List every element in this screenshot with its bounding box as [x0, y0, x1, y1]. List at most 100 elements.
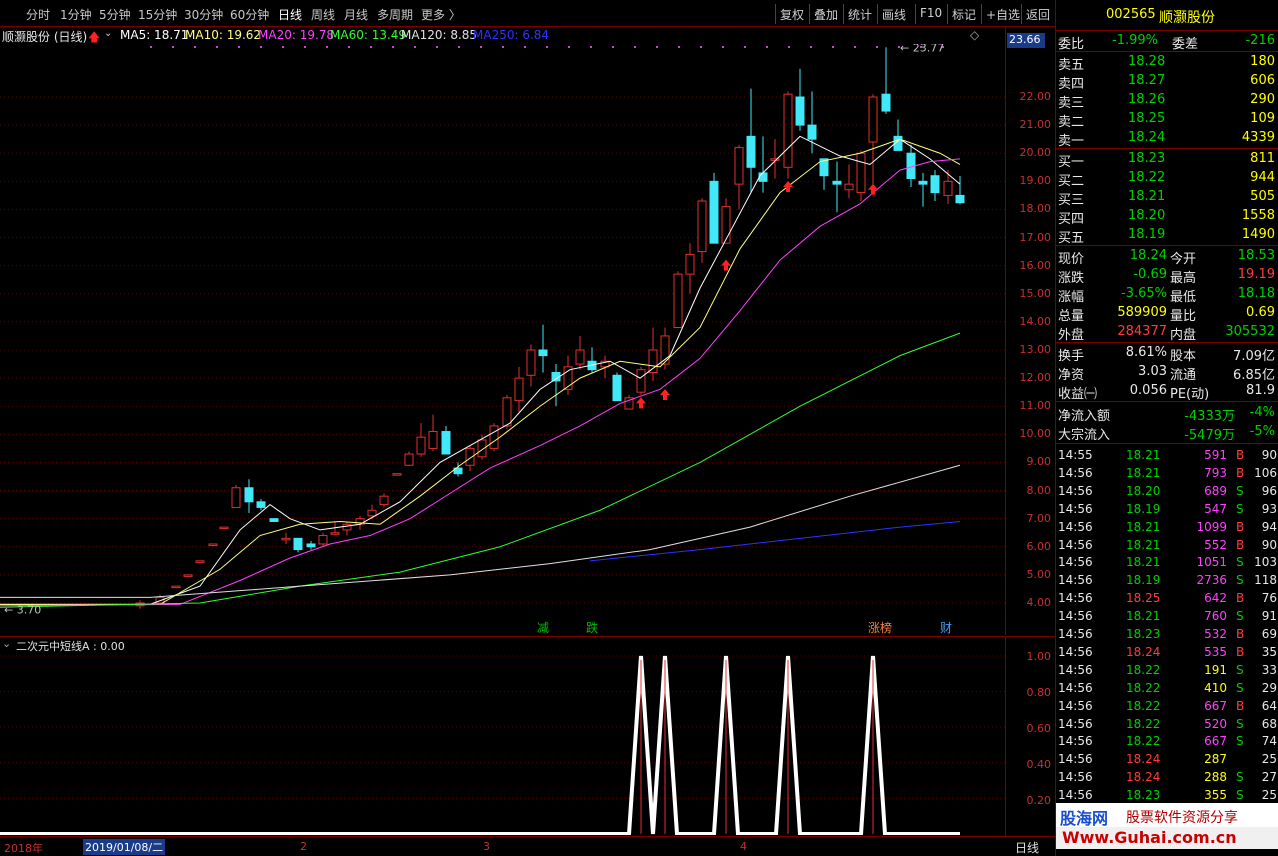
candle-body[interactable]	[441, 431, 451, 455]
candle-body[interactable]	[758, 172, 768, 182]
candle-body[interactable]	[502, 397, 512, 427]
candle-body[interactable]	[783, 93, 793, 168]
candle-body[interactable]	[183, 574, 193, 577]
tab-5min[interactable]: 5分钟	[99, 6, 131, 23]
top-dot	[656, 46, 658, 48]
candle-body[interactable]	[612, 374, 622, 402]
fuquan-button[interactable]: 复权	[775, 4, 808, 24]
candle-body[interactable]	[244, 487, 254, 503]
candle-body[interactable]	[526, 349, 536, 376]
back-button[interactable]: 返回	[1021, 4, 1054, 24]
tab-fenshi[interactable]: 分时	[26, 6, 50, 23]
candle-body[interactable]	[318, 535, 328, 545]
candle-body[interactable]	[943, 180, 953, 196]
candle-body[interactable]	[955, 194, 965, 204]
candle-body[interactable]	[746, 135, 756, 168]
sell-level-row[interactable]: 卖二 18.25 109	[1056, 110, 1278, 130]
indicator-axis: 1.00 0.80 0.60 0.40 0.20	[1005, 636, 1055, 836]
event-marker[interactable]: 减	[537, 621, 549, 634]
candle-body[interactable]	[832, 180, 842, 185]
top-dot	[634, 46, 636, 48]
candle-body[interactable]	[219, 526, 229, 530]
candle-body[interactable]	[881, 93, 891, 112]
candle-body[interactable]	[514, 377, 524, 402]
candle-body[interactable]	[428, 431, 438, 449]
ma5-label: MA5: 18.71	[120, 28, 189, 42]
tick-row: 14:56 18.25 642 B 76	[1058, 591, 1277, 606]
candle-body[interactable]	[930, 175, 940, 194]
draw-button[interactable]: 画线	[877, 4, 910, 24]
candle-body[interactable]	[807, 124, 817, 140]
candle-body[interactable]	[795, 96, 805, 126]
candlestick-chart[interactable]: ← 23.77 ← 3.70 减 跌 涨榜 财	[0, 44, 1005, 634]
candle-body[interactable]	[709, 180, 719, 244]
candle-body[interactable]	[918, 180, 928, 185]
candle-body[interactable]	[269, 518, 279, 522]
add-watchlist-button[interactable]: +自选	[981, 4, 1024, 24]
candle-body[interactable]	[489, 425, 499, 449]
tab-1min[interactable]: 1分钟	[60, 6, 92, 23]
candle-body[interactable]	[330, 532, 340, 535]
candle-body[interactable]	[342, 523, 352, 531]
candle-body[interactable]	[856, 152, 866, 194]
candle-body[interactable]	[538, 349, 548, 357]
candle-body[interactable]	[734, 147, 744, 185]
candle-body[interactable]	[392, 473, 402, 476]
candle-body[interactable]	[770, 158, 780, 161]
candle-body[interactable]	[673, 273, 683, 329]
top-dot	[392, 46, 394, 48]
f10-button[interactable]: F10	[915, 4, 946, 24]
tick-row: 14:56 18.24 287 25	[1058, 752, 1277, 767]
candle-body[interactable]	[208, 543, 218, 546]
tab-60min[interactable]: 60分钟	[230, 6, 269, 23]
event-marker[interactable]: 财	[940, 621, 952, 634]
candle-body[interactable]	[697, 200, 707, 253]
level-price: 18.20	[1128, 208, 1166, 223]
candle-body[interactable]	[868, 96, 878, 143]
buy-level-row[interactable]: 买五 18.19 1490	[1056, 226, 1278, 246]
candle-body[interactable]	[293, 537, 303, 551]
event-marker[interactable]: 涨榜	[868, 620, 892, 634]
tab-more[interactable]: 更多 〉	[421, 6, 461, 23]
buy-level-row[interactable]: 买四 18.20 1558	[1056, 207, 1278, 227]
candle-body[interactable]	[636, 369, 646, 393]
tab-weekly[interactable]: 周线	[311, 6, 335, 23]
candle-body[interactable]	[844, 183, 854, 191]
mark-button[interactable]: 标记	[947, 4, 980, 24]
tab-multi-period[interactable]: 多周期	[377, 6, 413, 23]
sell-level-row[interactable]: 卖三 18.26 290	[1056, 91, 1278, 111]
candle-body[interactable]	[231, 487, 241, 508]
diamond-icon[interactable]: ◇	[970, 28, 979, 42]
ma10-label: MA10: 19.62	[185, 28, 262, 42]
tab-daily[interactable]: 日线	[278, 6, 302, 23]
indicator-chart[interactable]	[0, 652, 1005, 835]
buy-level-row[interactable]: 买三 18.21 505	[1056, 188, 1278, 208]
candle-body[interactable]	[367, 509, 377, 517]
candle-body[interactable]	[379, 495, 389, 506]
tab-15min[interactable]: 15分钟	[138, 6, 177, 23]
candle-body[interactable]	[195, 560, 205, 563]
candle-body[interactable]	[404, 453, 414, 466]
sell-level-row[interactable]: 卖四 18.27 606	[1056, 72, 1278, 92]
candle-body[interactable]	[648, 349, 658, 373]
chevron-down-icon[interactable]: ⌄	[104, 28, 112, 39]
event-marker[interactable]: 跌	[586, 620, 598, 634]
candle-body[interactable]	[721, 206, 731, 244]
candle-body[interactable]	[256, 501, 266, 508]
candle-body[interactable]	[281, 537, 291, 541]
tab-monthly[interactable]: 月线	[344, 6, 368, 23]
buy-level-row[interactable]: 买二 18.22 944	[1056, 169, 1278, 189]
candle-body[interactable]	[171, 585, 181, 589]
chevron-down-icon[interactable]: ⌄	[2, 637, 11, 650]
sell-level-row[interactable]: 卖一 18.24 4339	[1056, 129, 1278, 149]
ma20-line	[0, 158, 961, 607]
overlay-button[interactable]: 叠加	[809, 4, 842, 24]
buy-level-row[interactable]: 买一 18.23 811	[1056, 150, 1278, 170]
candle-body[interactable]	[685, 253, 695, 275]
candle-body[interactable]	[416, 436, 426, 455]
sell-level-row[interactable]: 卖五 18.28 180	[1056, 53, 1278, 73]
candle-body[interactable]	[575, 349, 585, 365]
tab-30min[interactable]: 30分钟	[184, 6, 223, 23]
candle-body[interactable]	[306, 543, 316, 548]
stats-button[interactable]: 统计	[843, 4, 876, 24]
